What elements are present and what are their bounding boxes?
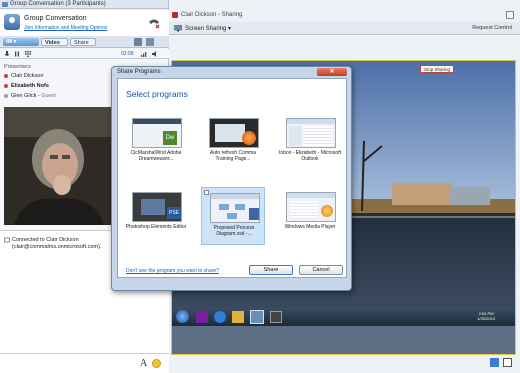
select-programs-heading: Select programs: [126, 89, 188, 99]
presence-offline-icon: [4, 93, 8, 98]
sharing-status-icon: [172, 12, 178, 18]
share-button[interactable]: Share: [249, 265, 293, 275]
shared-taskbar: 2:04 PM 1/30/2013: [172, 308, 515, 326]
firefox-thumbnail: [209, 118, 259, 148]
monitor-icon: [174, 25, 182, 32]
chat-message: (clair@commalms.onmicrosoft.com).: [12, 244, 102, 250]
participant-item[interactable]: Clair Dickson: [4, 73, 43, 80]
lync-taskbar-icon: [250, 310, 264, 324]
program-outlook[interactable]: Inbox - Elizabeth - Microsoft Outlook: [278, 113, 342, 171]
program-label: Inbox - Elizabeth - Microsoft Outlook: [279, 150, 341, 162]
signal-quality-icon: [141, 52, 147, 57]
program-photoshop[interactable]: PSE Photoshop Elements Editor: [124, 187, 188, 245]
program-label: Auto refresh Comma Training Page...: [209, 150, 257, 162]
sharing-footer: [169, 355, 520, 373]
participant-item[interactable]: Glen Glick - Guest: [4, 93, 56, 100]
sharing-titlebar: Clair Dickson - Sharing: [169, 10, 520, 20]
video-feed: [4, 107, 112, 225]
presenters-label: Presenters: [4, 64, 31, 70]
share-programs-dialog: Share Programs ✕ Select programs Dw CicM…: [111, 66, 352, 291]
participant-item[interactable]: Elizabeth Nofs: [4, 83, 49, 90]
program-label: Proposed Process Diagram.vsd -...: [213, 225, 255, 237]
people-options-icon[interactable]: [134, 38, 142, 46]
explorer-taskbar-icon: [232, 311, 244, 323]
modality-toolbar: IM ▾ Video ▾ Share ▾: [0, 36, 169, 54]
message-input[interactable]: A: [0, 353, 169, 373]
full-screen-icon[interactable]: [503, 358, 512, 367]
request-control-button[interactable]: Request Control: [472, 25, 512, 31]
program-label: Photoshop Elements Editor: [125, 224, 187, 230]
program-media-player[interactable]: Windows Media Player: [278, 187, 342, 245]
pop-out-icon[interactable]: [506, 11, 514, 19]
presence-busy-icon: [4, 73, 8, 78]
conversation-window-title: Group Conversation (3 Participants): [10, 1, 106, 7]
photoshop-thumbnail: PSE: [132, 192, 182, 222]
checkbox-icon[interactable]: [204, 190, 209, 195]
cancel-button[interactable]: Cancel: [299, 265, 343, 275]
hold-icon[interactable]: [13, 50, 21, 58]
outlook-thumbnail: [286, 118, 336, 148]
speaker-icon[interactable]: [151, 50, 159, 58]
connected-icon: [4, 237, 10, 243]
chat-message: Connected to Clair Dickson: [12, 237, 79, 243]
stop-sharing-button[interactable]: Stop Sharing: [420, 65, 455, 73]
onenote-taskbar-icon: [196, 311, 208, 323]
visio-thumbnail: [210, 193, 260, 223]
conversation-titlebar: Group Conversation (3 Participants): [0, 0, 168, 9]
dialpad-icon[interactable]: [24, 50, 32, 58]
im-button[interactable]: IM ▾: [3, 38, 39, 46]
emoticon-icon[interactable]: [152, 359, 161, 368]
sharing-toolbar: Screen Sharing ▾ Request Control: [169, 22, 520, 35]
more-options-icon[interactable]: [146, 38, 154, 46]
program-dreamweaver[interactable]: Dw CicMarshalWnd Adobe Dreamweaver...: [124, 113, 188, 171]
media-player-thumbnail: [286, 192, 336, 222]
hang-up-icon[interactable]: [147, 16, 161, 30]
group-conversation-icon: [4, 14, 20, 30]
fit-to-window-icon[interactable]: [490, 358, 499, 367]
call-duration: 03:09: [121, 51, 134, 57]
font-icon[interactable]: A: [140, 358, 147, 369]
taskbar-clock: 2:04 PM 1/30/2013: [477, 311, 495, 321]
conversation-title: Group Conversation: [24, 15, 87, 22]
program-label: CicMarshalWnd Adobe Dreamweaver...: [130, 150, 182, 162]
lync-app-icon: [2, 2, 8, 7]
ie-taskbar-icon: [214, 311, 226, 323]
close-icon[interactable]: ✕: [317, 68, 347, 76]
sharing-title: Clair Dickson - Sharing: [181, 12, 243, 18]
share-button-menu[interactable]: Share ▾: [70, 38, 96, 54]
join-info-link[interactable]: Join Information and Meeting Options: [24, 25, 107, 31]
dreamweaver-thumbnail: Dw: [132, 118, 182, 148]
program-visio[interactable]: Proposed Process Diagram.vsd -...: [201, 187, 265, 245]
conversation-header: Group Conversation Join Information and …: [0, 10, 169, 36]
app-taskbar-icon: [270, 311, 282, 323]
presence-busy-icon: [4, 83, 8, 88]
dialog-title: Share Programs: [117, 69, 161, 75]
program-firefox[interactable]: Auto refresh Comma Training Page...: [201, 113, 265, 171]
program-label: Windows Media Player: [284, 224, 336, 230]
video-person-image: [4, 107, 112, 225]
screen-sharing-dropdown[interactable]: Screen Sharing ▾: [185, 25, 231, 32]
mic-icon[interactable]: [3, 50, 11, 58]
dialog-body: Select programs Dw CicMarshalWnd Adobe D…: [117, 78, 347, 278]
call-controls-bar: 03:09: [0, 49, 169, 59]
windows-start-icon: [176, 310, 189, 323]
video-button[interactable]: Video ▾: [41, 38, 68, 54]
dont-see-program-link[interactable]: Don't see the program you want to share?: [126, 268, 219, 274]
